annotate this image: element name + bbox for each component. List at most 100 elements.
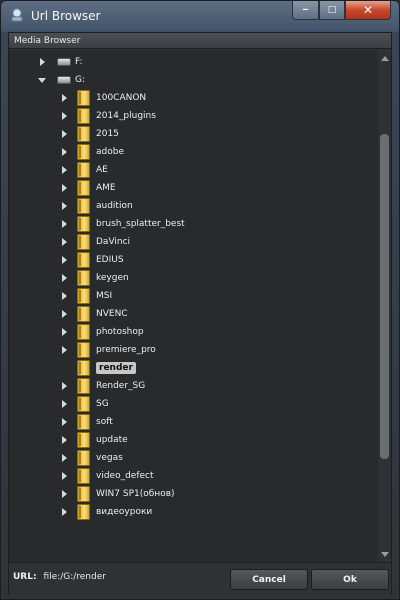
tree-row-folder[interactable]: SG [59,395,109,413]
folder-icon [77,414,90,430]
tree-row-folder[interactable]: WIN7 SP1(обнов) [59,485,175,503]
folder-label: AE [96,165,108,175]
folder-label: soft [96,417,113,427]
folder-label: WIN7 SP1(обнов) [96,489,175,499]
tree-row-folder[interactable]: adobe [59,143,124,161]
folder-label: audition [96,201,133,211]
folder-icon [77,162,90,178]
expand-arrow-icon[interactable] [59,449,69,467]
expand-arrow-icon[interactable] [59,251,69,269]
expand-arrow-icon[interactable] [59,485,69,503]
folder-icon [77,378,90,394]
tree-row-drive[interactable]: G: [37,71,85,89]
expand-arrow-icon[interactable] [59,269,69,287]
expand-arrow-icon[interactable] [59,323,69,341]
folder-icon [77,198,90,214]
folder-label: MSI [96,291,113,301]
tree-row-folder[interactable]: NVENC [59,305,128,323]
expand-arrow-icon[interactable] [59,197,69,215]
collapse-arrow-icon[interactable] [37,71,47,89]
folder-icon [77,234,90,250]
folder-label: SG [96,399,109,409]
expand-arrow-icon[interactable] [59,125,69,143]
folder-icon [77,432,90,448]
expand-arrow-icon[interactable] [59,431,69,449]
folder-label: 2014_plugins [96,111,156,121]
tree-row-folder[interactable]: 2014_plugins [59,107,156,125]
expand-arrow-icon[interactable] [59,179,69,197]
expand-arrow-icon[interactable] [59,377,69,395]
folder-label: DaVinci [96,237,131,247]
title-bar[interactable]: Url Browser ‒ □ ✕ [1,1,399,31]
ok-button[interactable]: Ok [311,569,389,590]
tree-row-folder[interactable]: MSI [59,287,112,305]
folder-label: video_defect [96,471,154,481]
client-area: Media Browser F: G: 100CANON 2014_plugins 20… [8,32,392,594]
tree-row-folder[interactable]: brush_splatter_best [59,215,185,233]
expand-arrow-icon[interactable] [59,467,69,485]
folder-icon [77,252,90,268]
folder-label: brush_splatter_best [96,219,185,229]
minimize-button[interactable]: ‒ [292,1,319,20]
tree-row-folder[interactable]: AME [59,179,116,197]
scrollbar-thumb[interactable] [380,134,389,459]
folder-label: видеоуроки [96,507,153,517]
drive-label: F: [75,57,83,67]
expand-arrow-icon[interactable] [59,143,69,161]
maximize-button[interactable]: □ [319,1,345,20]
expand-arrow-icon[interactable] [59,305,69,323]
tree-row-folder[interactable]: Render_SG [59,377,145,395]
app-icon [11,8,23,22]
cancel-button[interactable]: Cancel [230,569,308,590]
expand-arrow-icon[interactable] [59,341,69,359]
expand-arrow-icon[interactable] [59,89,69,107]
folder-label: vegas [96,453,123,463]
folder-icon [77,486,90,502]
tree-row-folder[interactable]: 2015 [59,125,119,143]
tree-row-folder[interactable]: video_defect [59,467,154,485]
tree-row-folder[interactable]: soft [59,413,113,431]
no-expander [59,359,69,377]
expand-arrow-icon[interactable] [59,233,69,251]
folder-icon [77,324,90,340]
expand-arrow-icon[interactable] [59,503,69,521]
folder-icon [77,504,90,520]
scroll-down-arrow-icon[interactable] [378,548,391,561]
tree-row-drive[interactable]: F: [37,53,83,71]
tree-row-folder[interactable]: render [59,359,136,377]
drive-icon [57,58,71,66]
expand-arrow-icon[interactable] [37,53,47,71]
folder-icon [77,450,90,466]
expand-arrow-icon[interactable] [59,161,69,179]
folder-label: photoshop [96,327,144,337]
expand-arrow-icon[interactable] [59,395,69,413]
tree-row-folder[interactable]: audition [59,197,133,215]
folder-tree[interactable]: F: G: 100CANON 2014_plugins 2015 adobe AE AME au… [9,50,391,563]
dialog-footer: Cancel Ok [8,561,392,594]
folder-label: Render_SG [96,381,146,391]
folder-icon [77,126,90,142]
expand-arrow-icon[interactable] [59,107,69,125]
folder-label: 100CANON [96,93,147,103]
tree-row-folder[interactable]: DaVinci [59,233,130,251]
close-button[interactable]: ✕ [345,1,391,20]
tree-row-folder[interactable]: AE [59,161,108,179]
folder-label: adobe [96,147,124,157]
tree-row-folder[interactable]: keygen [59,269,129,287]
expand-arrow-icon[interactable] [59,413,69,431]
expand-arrow-icon[interactable] [59,287,69,305]
folder-icon [77,360,90,376]
tree-row-folder[interactable]: 100CANON [59,89,146,107]
tree-row-folder[interactable]: premiere_pro [59,341,156,359]
folder-label: 2015 [96,129,119,139]
vertical-scrollbar[interactable] [378,50,391,562]
scroll-up-arrow-icon[interactable] [378,52,391,65]
tree-row-folder[interactable]: vegas [59,449,123,467]
expand-arrow-icon[interactable] [59,215,69,233]
tree-row-folder[interactable]: photoshop [59,323,144,341]
tree-row-folder[interactable]: update [59,431,128,449]
folder-icon [77,396,90,412]
folder-label: AME [96,183,116,193]
tree-row-folder[interactable]: EDIUS [59,251,124,269]
tree-row-folder[interactable]: видеоуроки [59,503,152,521]
